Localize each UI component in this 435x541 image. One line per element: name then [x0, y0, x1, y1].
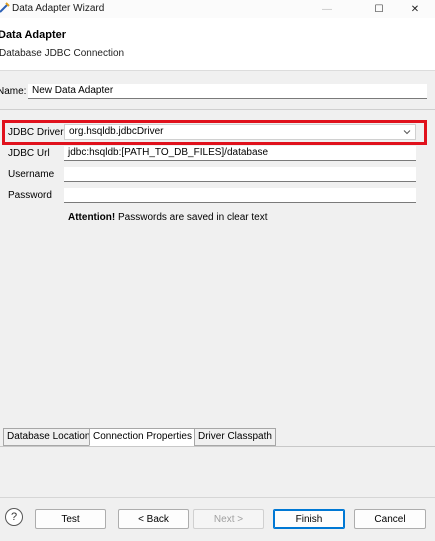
chevron-down-icon[interactable] — [403, 128, 411, 136]
username-input[interactable] — [64, 167, 416, 182]
help-icon[interactable]: ? — [5, 508, 23, 526]
username-label: Username — [8, 169, 55, 180]
attention-text: Passwords are saved in clear text — [115, 212, 268, 223]
cancel-button[interactable]: Cancel — [354, 509, 426, 529]
minimize-button[interactable]: — — [309, 0, 345, 18]
close-button[interactable]: ✕ — [397, 0, 433, 18]
tab-database-location[interactable]: Database Location — [3, 428, 95, 446]
jdbc-url-row: JDBC Url jdbc:hsqldb:[PATH_TO_DB_FILES]/… — [0, 145, 435, 163]
minimize-icon: — — [322, 3, 332, 15]
jdbc-driver-value: org.hsqldb.jdbcDriver — [69, 126, 164, 137]
attention-label: Attention! — [68, 212, 116, 223]
back-button[interactable]: < Back — [118, 509, 189, 529]
page-title: Data Adapter — [0, 29, 67, 41]
page-subtitle: Database JDBC Connection — [0, 48, 125, 59]
wizard-icon — [0, 2, 10, 13]
jdbc-driver-row: JDBC Driver org.hsqldb.jdbcDriver — [0, 124, 435, 142]
close-icon: ✕ — [410, 3, 420, 15]
separator — [0, 109, 435, 110]
password-input[interactable] — [64, 188, 416, 203]
maximize-button[interactable]: ☐ — [361, 0, 397, 18]
test-button[interactable]: Test — [35, 509, 106, 529]
attention-note: Attention! Passwords are saved in clear … — [68, 212, 268, 223]
window-titlebar: Data Adapter Wizard — ☐ ✕ — [0, 0, 435, 18]
name-label: Name: — [0, 86, 27, 97]
name-input[interactable]: New Data Adapter — [28, 84, 427, 99]
password-label: Password — [8, 190, 52, 201]
finish-button[interactable]: Finish — [273, 509, 345, 529]
jdbc-driver-combo[interactable]: org.hsqldb.jdbcDriver — [64, 124, 416, 140]
tab-panel-border — [0, 446, 435, 447]
wizard-header: Data Adapter Database JDBC Connection — [0, 18, 435, 71]
jdbc-driver-label: JDBC Driver — [8, 127, 64, 138]
tab-connection-properties[interactable]: Connection Properties — [89, 428, 196, 446]
jdbc-url-label: JDBC Url — [8, 148, 50, 159]
jdbc-url-input[interactable]: jdbc:hsqldb:[PATH_TO_DB_FILES]/database — [64, 146, 416, 161]
maximize-icon: ☐ — [374, 3, 384, 15]
next-button[interactable]: Next > — [193, 509, 264, 529]
tab-driver-classpath[interactable]: Driver Classpath — [194, 428, 276, 446]
password-row: Password — [0, 187, 435, 205]
name-row: Name: New Data Adapter — [0, 82, 435, 100]
footer-separator — [0, 497, 435, 498]
username-row: Username — [0, 166, 435, 184]
window-title: Data Adapter Wizard — [12, 3, 105, 14]
